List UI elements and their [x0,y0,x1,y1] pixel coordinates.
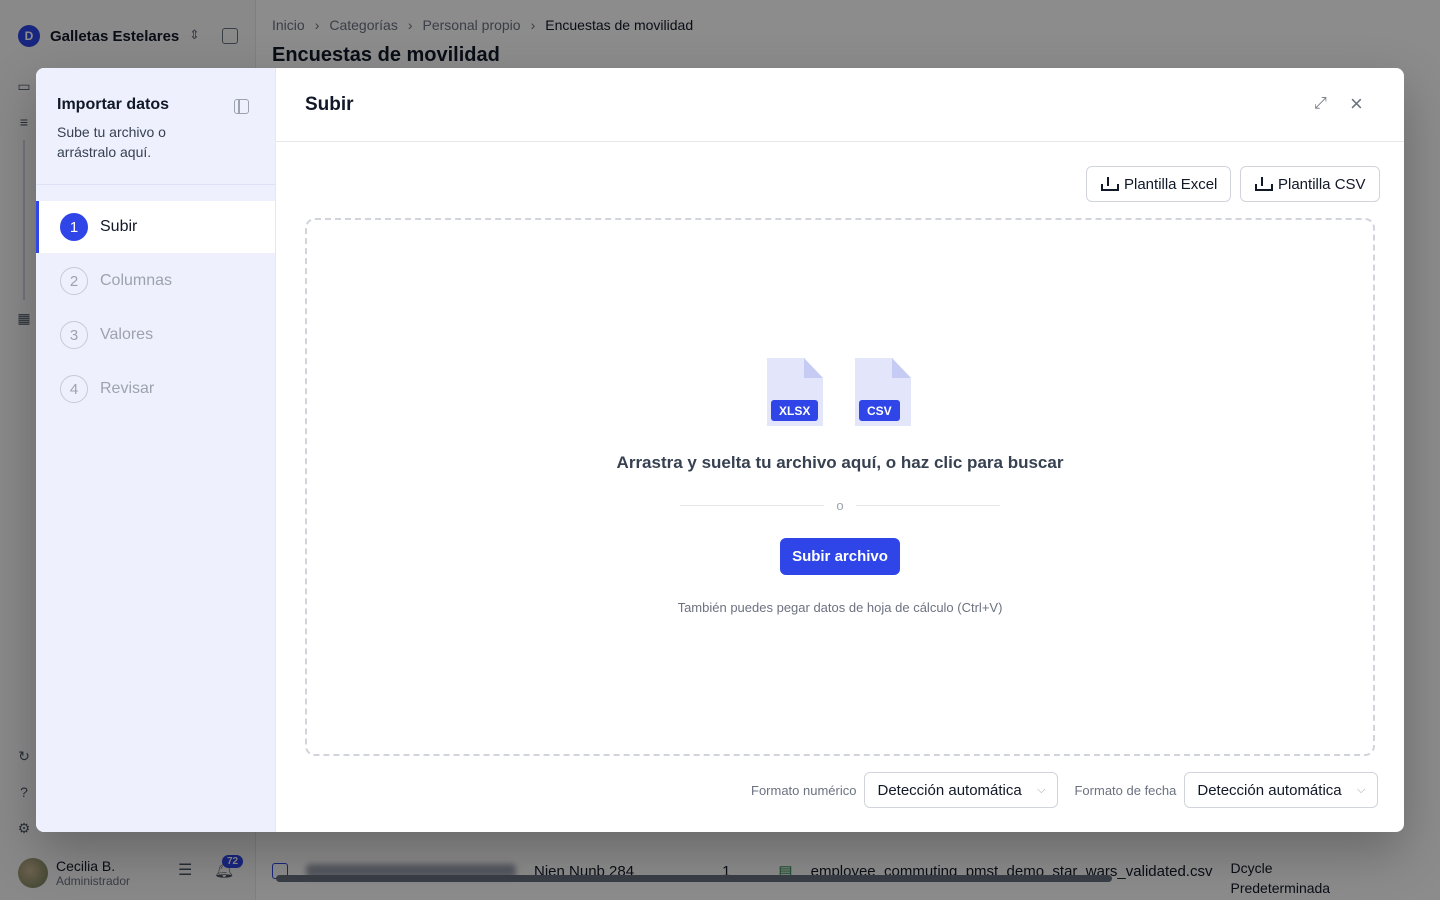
step-review[interactable]: 4 Revisar [36,363,275,415]
expand-icon[interactable]: ⤢ [1314,95,1327,113]
download-icon [1100,176,1119,192]
import-sidebar-header: Importar datos Sube tu archivo o arrástr… [36,68,275,185]
date-format-label: Formato de fecha [1074,782,1177,798]
csv-template-button[interactable]: Plantilla CSV [1240,166,1380,202]
format-options: Formato numérico Detección automática ⌵ … [751,772,1386,808]
close-icon[interactable]: × [1350,91,1363,117]
dropzone-text: Arrastra y suelta tu archivo aquí, o haz… [616,453,1064,472]
step-number: 3 [60,321,88,349]
file-type-tag: XLSX [771,400,819,421]
chevron-down-icon: ⌵ [1037,783,1046,796]
modal-header: Subir ⤢ × [276,68,1404,142]
csv-file-icon: CSV [855,358,911,426]
csv-template-label: Plantilla CSV [1278,175,1366,193]
date-format-value: Detección automática [1197,781,1342,799]
import-title: Importar datos [57,96,170,113]
number-format-select[interactable]: Detección automática ⌵ [864,772,1059,808]
step-columns[interactable]: 2 Columnas [36,255,275,307]
xlsx-file-icon: XLSX [767,358,823,426]
step-number: 4 [60,375,88,403]
file-type-tag: CSV [859,400,900,421]
step-upload[interactable]: 1 Subir [36,201,275,253]
file-dropzone[interactable]: XLSX CSV Arrastra y suelta tu archivo aq… [305,218,1375,756]
step-number: 1 [60,213,88,241]
step-number: 2 [60,267,88,295]
step-label: Valores [100,326,154,343]
chevron-down-icon: ⌵ [1357,783,1366,796]
upload-file-button[interactable]: Subir archivo [780,538,900,575]
excel-template-button[interactable]: Plantilla Excel [1086,166,1232,202]
step-list: 1 Subir 2 Columnas 3 Valores 4 Revisar [36,201,275,415]
number-format-value: Detección automática [877,781,1022,799]
download-icon [1254,176,1273,192]
step-label: Columnas [100,272,173,289]
or-label: o [836,498,844,513]
date-format-select[interactable]: Detección automática ⌵ [1184,772,1379,808]
step-values[interactable]: 3 Valores [36,309,275,361]
step-label: Subir [100,218,138,235]
number-format-label: Formato numérico [751,782,857,798]
modal-title: Subir [305,94,354,115]
paste-hint: También puedes pegar datos de hoja de cá… [677,600,1003,615]
import-steps-sidebar: Importar datos Sube tu archivo o arrástr… [36,68,276,832]
panel-collapse-icon[interactable] [234,99,249,114]
or-divider: o [680,498,1001,513]
import-content: Subir ⤢ × Plantilla Excel Plantilla CSV … [276,68,1404,832]
import-modal: Importar datos Sube tu archivo o arrástr… [36,68,1404,832]
excel-template-label: Plantilla Excel [1124,175,1218,193]
import-subtitle: Sube tu archivo o arrástralo aquí. [57,124,166,160]
step-label: Revisar [100,380,155,397]
file-type-icons: XLSX CSV [767,358,911,426]
